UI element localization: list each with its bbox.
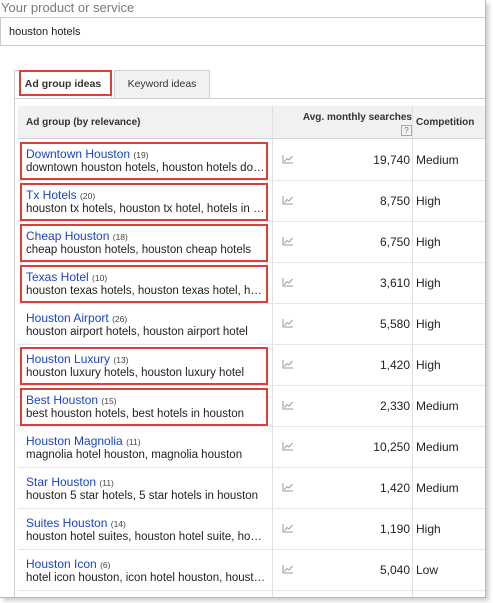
avg-monthly-searches: 8,750 [379, 194, 410, 208]
keyword-count: (14) [110, 519, 126, 529]
ad-group-link[interactable]: Suites Houston (14) [26, 516, 126, 530]
keyword-count: (11) [126, 437, 141, 447]
table-row[interactable]: Houston Luxury (13) houston luxury hotels… [18, 345, 485, 386]
ad-group-keywords: hotel icon houston, icon hotel houston, … [26, 572, 266, 584]
line-chart-icon[interactable] [282, 318, 294, 328]
avg-monthly-searches: 1,190 [379, 522, 410, 536]
product-search-input[interactable] [1, 18, 485, 45]
avg-monthly-searches: 3,610 [379, 276, 410, 290]
table-row[interactable]: Texas Hotel (10) houston texas hotels, ho… [18, 263, 485, 304]
line-chart-icon[interactable] [282, 441, 294, 451]
ad-group-keywords: magnolia hotel houston, magnolia houston [26, 449, 243, 461]
avg-monthly-searches: 5,580 [379, 317, 410, 331]
row-highlight-box [20, 265, 268, 303]
line-chart-icon[interactable] [282, 277, 294, 287]
ad-group-link[interactable]: Houston Icon (6) [26, 557, 110, 571]
competition-level: High [416, 522, 441, 536]
line-chart-icon[interactable] [282, 482, 294, 492]
avg-monthly-searches: 10,250 [373, 440, 410, 454]
keyword-count: (6) [100, 560, 111, 570]
row-highlight-box [20, 183, 268, 221]
line-chart-icon[interactable] [282, 564, 294, 574]
line-chart-icon[interactable] [282, 400, 294, 410]
table-row[interactable]: Houston Magnolia (11) magnolia hotel hous… [18, 427, 485, 468]
table-row[interactable]: Best Houston (15) best houston hotels, be… [18, 386, 485, 427]
ad-group-table-body: Downtown Houston (19) downtown houston ho… [18, 140, 485, 591]
line-chart-icon[interactable] [282, 195, 294, 205]
row-highlight-box [20, 224, 268, 262]
line-chart-icon[interactable] [282, 523, 294, 533]
table-header: Ad group (by relevance) Avg. monthly sea… [18, 106, 485, 139]
ad-group-keywords: houston 5 star hotels, 5 star hotels in … [26, 490, 259, 502]
header-avg-label: Avg. monthly searches [302, 112, 412, 123]
header-competition[interactable]: Competition [416, 106, 474, 139]
keyword-count: (26) [112, 314, 128, 324]
ad-group-name[interactable]: Houston Icon [26, 557, 97, 571]
avg-monthly-searches: 6,750 [379, 235, 410, 249]
table-row[interactable]: Suites Houston (14) houston hotel suites,… [18, 509, 485, 550]
table-row[interactable]: Houston Airport (26) houston airport hote… [18, 304, 485, 345]
tab-highlight-box [19, 70, 112, 96]
row-highlight-box [20, 142, 268, 180]
avg-monthly-searches: 19,740 [373, 153, 410, 167]
help-icon[interactable]: ? [401, 125, 412, 136]
competition-level: High [416, 194, 441, 208]
competition-level: Medium [416, 440, 459, 454]
ad-group-link[interactable]: Houston Airport (26) [26, 311, 127, 325]
competition-level: Medium [416, 399, 459, 413]
table-row[interactable]: Houston Icon (6) hotel icon houston, icon… [18, 550, 485, 591]
table-row[interactable]: Tx Hotels (20) houston tx hotels, houston… [18, 181, 485, 222]
ad-group-keywords: houston airport hotels, houston airport … [26, 326, 248, 338]
avg-monthly-searches: 1,420 [379, 358, 410, 372]
ad-group-keywords: houston hotel suites, houston hotel suit… [26, 531, 266, 543]
line-chart-icon[interactable] [282, 236, 294, 246]
competition-level: High [416, 358, 441, 372]
line-chart-icon[interactable] [282, 359, 294, 369]
avg-monthly-searches: 2,330 [379, 399, 410, 413]
ad-group-name[interactable]: Suites Houston [26, 516, 107, 530]
product-search-field[interactable] [0, 17, 485, 46]
row-highlight-box [20, 347, 268, 385]
ad-group-name[interactable]: Houston Magnolia [26, 434, 123, 448]
table-row[interactable]: Cheap Houston (18) cheap houston hotels, … [18, 222, 485, 263]
line-chart-icon[interactable] [282, 154, 294, 164]
ad-group-link[interactable]: Star Houston (11) [26, 475, 114, 489]
avg-monthly-searches: 5,040 [379, 563, 410, 577]
header-avg-monthly-searches[interactable]: Avg. monthly searches ? [274, 106, 412, 139]
avg-monthly-searches: 1,420 [379, 481, 410, 495]
competition-level: High [416, 235, 441, 249]
ad-group-name[interactable]: Houston Airport [26, 311, 109, 325]
competition-level: High [416, 276, 441, 290]
competition-level: Medium [416, 153, 459, 167]
keyword-count: (11) [99, 478, 114, 488]
header-ad-group[interactable]: Ad group (by relevance) [26, 106, 140, 139]
table-row[interactable]: Star Houston (11) houston 5 star hotels, … [18, 468, 485, 509]
competition-level: High [416, 317, 441, 331]
table-row[interactable]: Downtown Houston (19) downtown houston ho… [18, 140, 485, 181]
ad-group-link[interactable]: Houston Magnolia (11) [26, 434, 141, 448]
row-highlight-box [20, 388, 268, 426]
competition-level: Medium [416, 481, 459, 495]
keyword-planner-window: Your product or service Ad group ideas K… [0, 0, 486, 598]
ad-group-name[interactable]: Star Houston [26, 475, 96, 489]
tab-keyword-ideas[interactable]: Keyword ideas [114, 70, 210, 98]
product-label: Your product or service [1, 0, 135, 15]
competition-level: Low [416, 563, 439, 577]
